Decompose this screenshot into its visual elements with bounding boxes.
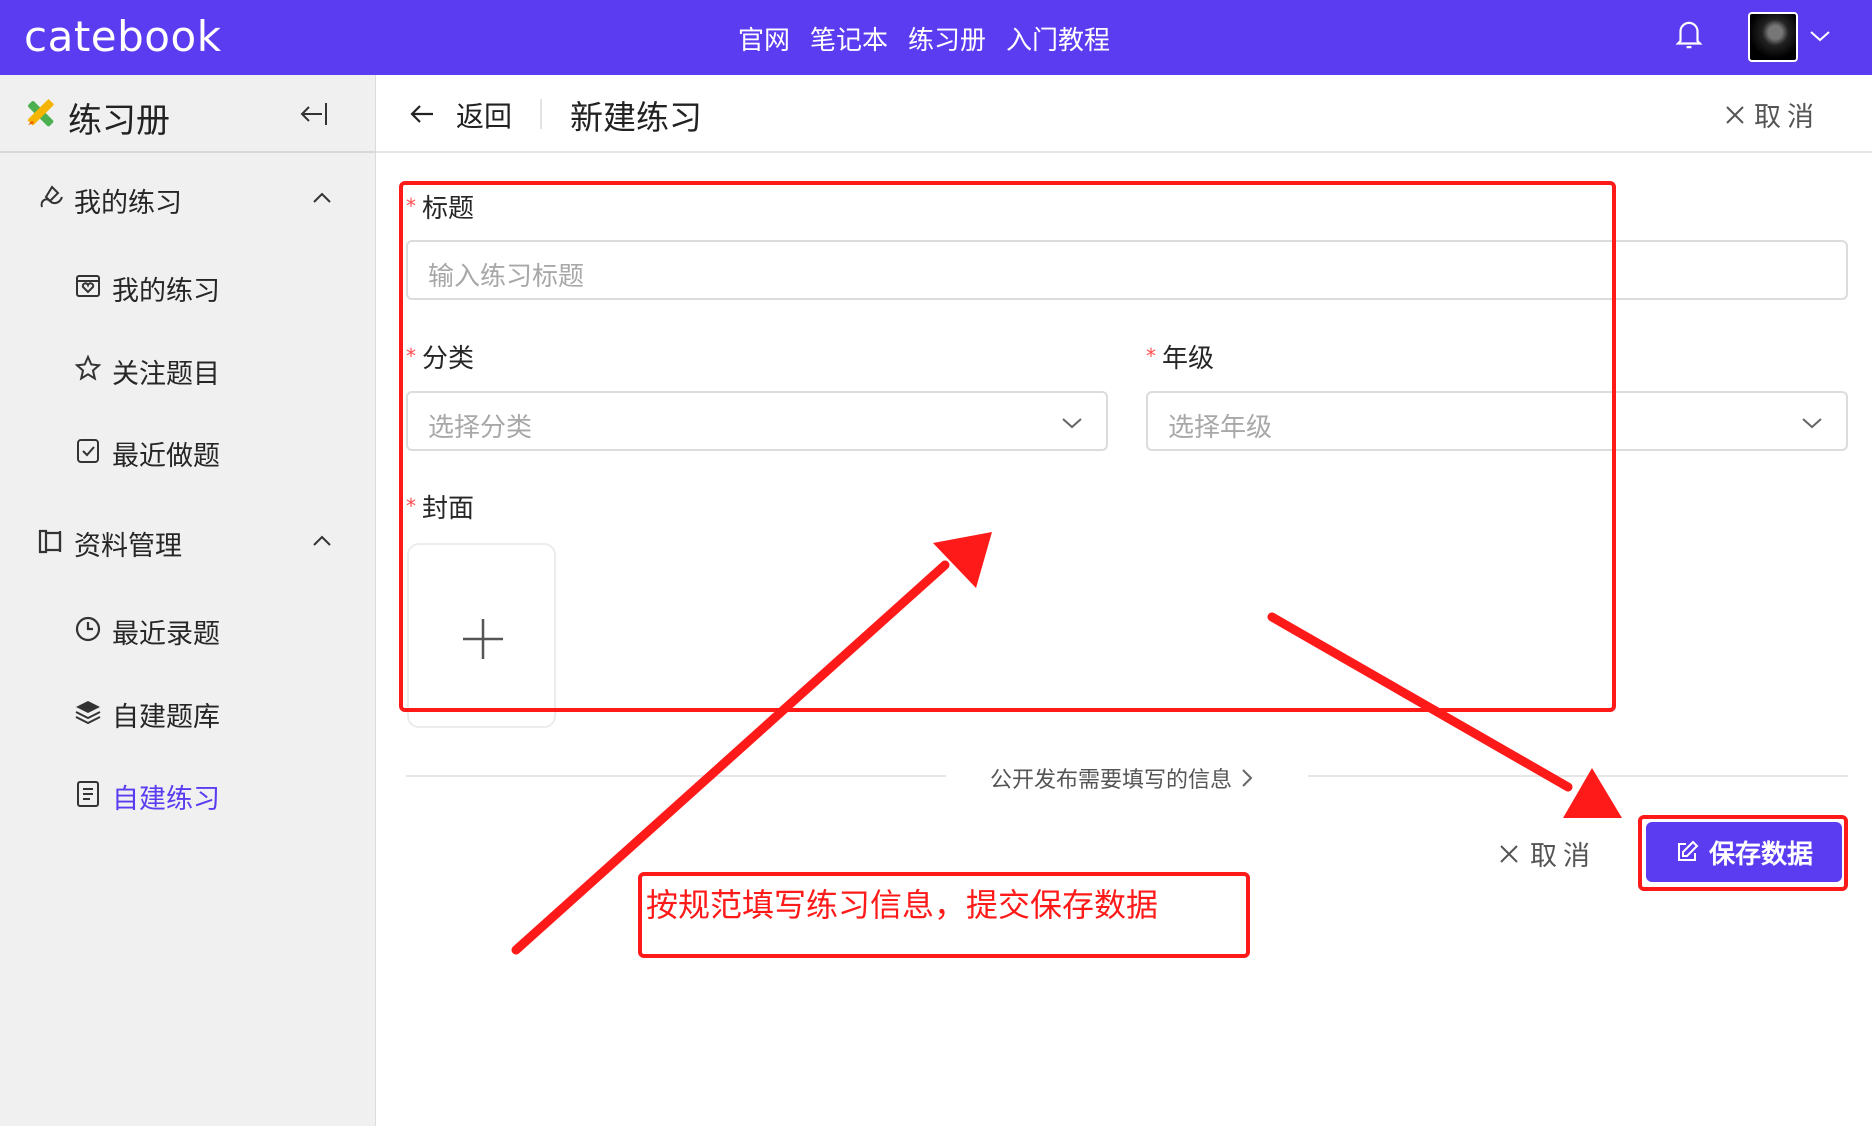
layers-icon [75,701,101,725]
required-mark: * [406,494,416,518]
collapse-sidebar-icon[interactable] [298,99,330,129]
sidebar-item-label: 自建练习 [112,784,220,815]
arrow-left-icon[interactable] [408,101,436,127]
plus-icon [463,619,503,659]
annotation-text: 按规范填写练习信息，提交保存数据 [646,886,1159,924]
sidebar-item-label: 关注题目 [112,359,220,390]
arrow-to-save [1267,612,1622,818]
nav-workbook[interactable]: 练习册 [908,20,986,57]
cover-label-text: 封面 [422,494,475,524]
grade-select[interactable]: 选择年级 [1146,391,1848,451]
required-mark: * [406,194,416,218]
title-input-placeholder: 输入练习标题 [428,262,585,292]
content-header: 返回 新建练习 取消 [376,75,1872,153]
category-label: * 分类 [406,338,474,375]
sidebar-item-label: 我的练习 [112,276,220,307]
save-button-label: 保存数据 [1708,839,1813,870]
avatar[interactable] [1748,12,1798,62]
category-select[interactable]: 选择分类 [406,391,1108,451]
title-input[interactable]: 输入练习标题 [406,240,1848,300]
publish-info-label: 公开发布需要填写的信息 [990,768,1233,793]
close-icon [1726,105,1744,124]
top-bar: catebook 官网 笔记本 练习册 入门教程 [0,0,1872,75]
chevron-down-icon [1062,418,1082,429]
publish-info-toggle[interactable]: 公开发布需要填写的信息 [990,762,1254,794]
sidebar-item-followed-questions[interactable]: 关注题目 [0,340,376,400]
clock-icon [75,616,101,642]
edit-icon [1677,840,1699,861]
sidebar-item-label: 最近录题 [112,619,220,650]
nav-official-site[interactable]: 官网 [738,20,790,57]
header-cancel-button[interactable]: 取消 [1724,95,1820,134]
sidebar-group-materials[interactable]: 资料管理 [0,512,376,572]
sidebar-group-my-practice[interactable]: 我的练习 [0,169,376,229]
cover-upload[interactable] [407,543,556,728]
star-icon [74,354,102,381]
app-logo[interactable]: catebook [24,12,222,61]
back-button[interactable]: 返回 [456,95,512,135]
nav-notebook[interactable]: 笔记本 [810,20,888,57]
sidebar-item-recent-entries[interactable]: 最近录题 [0,600,376,660]
folder-heart-icon [76,275,100,297]
header-cancel-label: 取消 [1754,102,1820,133]
save-button[interactable]: 保存数据 [1646,822,1842,882]
pencil-ruler-icon [27,99,54,127]
sidebar-title: 练习册 [68,101,170,141]
grade-label-text: 年级 [1162,344,1215,374]
hand-drawn-icon [40,185,63,208]
chevron-right-icon [1242,769,1253,787]
book-icon [38,529,62,554]
sidebar-group-label: 资料管理 [74,531,182,562]
sidebar-item-question-bank[interactable]: 自建题库 [0,683,376,743]
sidebar-item-my-practice[interactable]: 我的练习 [0,257,376,317]
required-mark: * [406,344,416,368]
sidebar: 练习册 我的练习 我的练习 关注题目 最近做题 资料管理 最近录题 自建题库 自… [0,75,376,1126]
bell-icon[interactable] [1674,18,1704,52]
divider [406,775,946,777]
checklist-icon [77,439,99,463]
practice-doc-icon [77,781,99,807]
category-label-text: 分类 [422,344,475,374]
chevron-up-icon[interactable] [310,187,334,209]
sidebar-item-custom-practice[interactable]: 自建练习 [0,765,376,825]
page-title: 新建练习 [570,98,702,137]
grade-label: * 年级 [1146,338,1214,375]
sidebar-header: 练习册 [0,75,376,153]
title-label: * 标题 [406,188,474,225]
chevron-down-icon[interactable] [1808,26,1832,46]
chevron-up-icon[interactable] [310,530,334,552]
close-icon [1500,844,1518,863]
cover-label: * 封面 [406,488,474,525]
grade-select-placeholder: 选择年级 [1168,413,1273,443]
category-select-placeholder: 选择分类 [428,413,533,443]
required-mark: * [1146,344,1156,368]
form-cancel-button[interactable]: 取消 [1498,834,1596,873]
form-cancel-label: 取消 [1530,841,1596,872]
sidebar-item-recent-practice[interactable]: 最近做题 [0,422,376,482]
sidebar-item-label: 最近做题 [112,441,220,472]
title-label-text: 标题 [422,194,475,224]
sidebar-item-label: 自建题库 [112,702,220,733]
divider [1308,775,1848,777]
chevron-down-icon [1802,418,1822,429]
nav-tutorial[interactable]: 入门教程 [1006,20,1110,57]
header-divider [540,99,542,129]
top-nav: 官网 笔记本 练习册 入门教程 [738,20,1110,57]
sidebar-group-label: 我的练习 [74,188,182,219]
